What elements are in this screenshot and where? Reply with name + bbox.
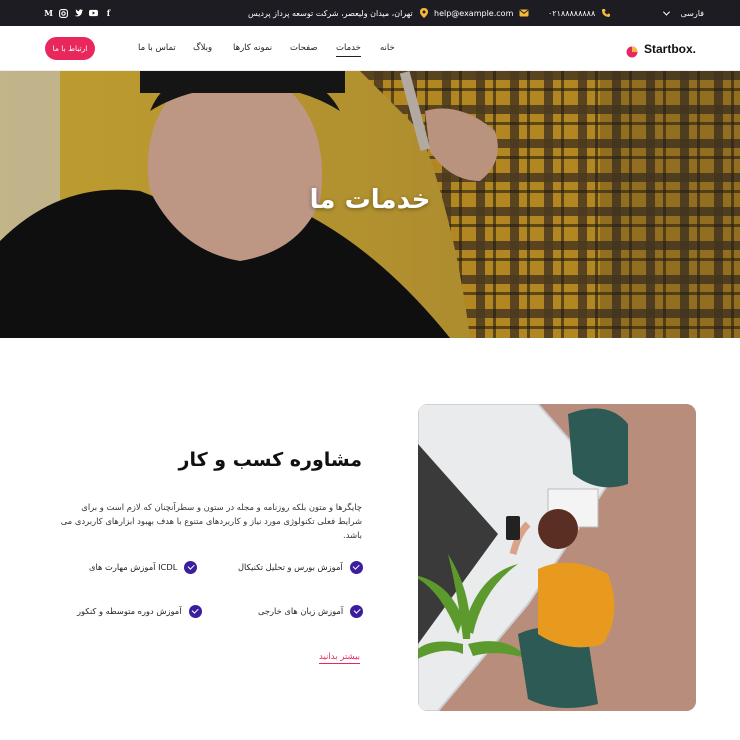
section-photo [418,404,696,711]
contact-us-button[interactable]: ارتباط با ما [45,37,95,60]
chevron-down-icon [662,8,671,16]
feature-item: آموزش دوره متوسطه و کنکور [77,604,202,618]
checkmark-icon [184,560,198,574]
youtube-icon[interactable] [89,9,98,18]
language-selector[interactable]: فارسی [662,0,705,26]
feature-item: آموزش بورس و تحلیل تکنیکال [238,560,363,574]
logo-text: Startbox. [644,41,697,56]
feature-label: آموزش مهارت های ICDL [89,562,178,572]
checkmark-icon [349,560,363,574]
learn-more-link[interactable]: بیشتر بدانید [319,652,361,664]
instagram-icon[interactable] [59,8,68,18]
top-bar: فارسی ۰۲۱۸۸۸۸۸۸۸۸ help@example.com تهران… [0,0,740,26]
hero-banner: خدمات ما [0,71,740,338]
hero-title: خدمات ما [309,185,431,215]
facebook-icon[interactable]: f [104,8,113,18]
envelope-icon [519,8,529,18]
email-address: help@example.com [434,8,514,18]
logo[interactable]: Startbox. [626,26,696,71]
topbar-address: تهران، میدان ولیعصر، شرکت توسعه پرداز پر… [248,0,429,26]
medium-icon[interactable]: M [44,8,53,18]
nav-portfolio[interactable]: نمونه کارها [233,43,272,53]
language-label: فارسی [680,8,705,18]
section-title: مشاوره کسب و کار [178,449,362,471]
feature-label: آموزش زبان های خارجی [258,606,344,616]
feature-label: آموزش دوره متوسطه و کنکور [77,606,182,616]
section-description: چایگرها و متون بلکه روزنامه و مجله در ست… [60,502,362,540]
topbar-email[interactable]: help@example.com [434,0,529,26]
nav-services[interactable]: خدمات [336,43,361,57]
main-header: Startbox. خانه خدمات صفحات نمونه کارها و… [0,26,740,71]
social-links: M f [44,0,113,26]
topbar-phone[interactable]: ۰۲۱۸۸۸۸۸۸۸۸ [548,0,611,26]
nav-blog[interactable]: وبلاگ [193,43,212,53]
twitter-icon[interactable] [74,9,83,18]
feature-item: آموزش مهارت های ICDL [89,560,198,574]
feature-label: آموزش بورس و تحلیل تکنیکال [238,562,343,572]
office-woman-image [418,404,696,711]
logo-mark-icon [626,43,638,57]
phone-icon [601,8,611,18]
location-pin-icon [419,8,429,18]
feature-item: آموزش زبان های خارجی [258,604,364,618]
checkmark-icon [188,604,202,618]
phone-number: ۰۲۱۸۸۸۸۸۸۸۸ [548,8,596,18]
address-text: تهران، میدان ولیعصر، شرکت توسعه پرداز پر… [248,8,413,18]
checkmark-icon [350,604,364,618]
nav-contact[interactable]: تماس با ما [138,43,176,53]
nav-home[interactable]: خانه [380,43,395,53]
nav-pages[interactable]: صفحات [290,43,318,53]
